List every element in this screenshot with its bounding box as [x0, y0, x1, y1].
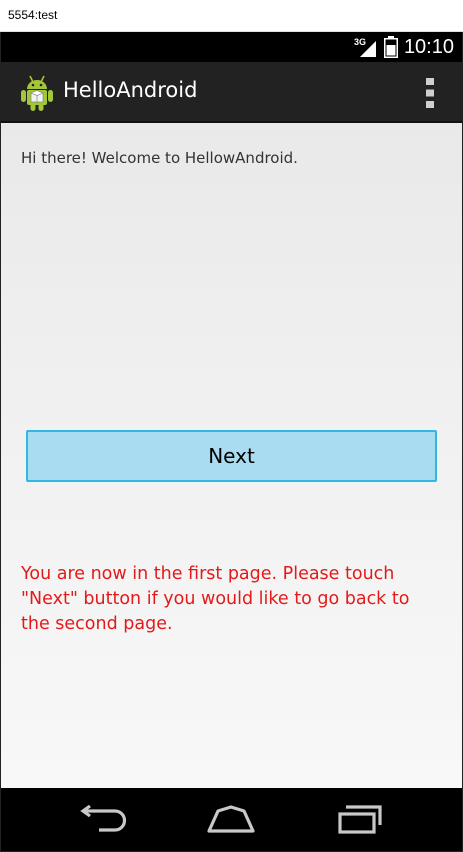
home-icon[interactable] — [206, 805, 256, 835]
status-icons: 3G 10:10 — [354, 35, 454, 59]
network-type-label: 3G — [354, 37, 366, 47]
back-icon[interactable] — [79, 805, 129, 835]
next-button[interactable]: Next — [26, 430, 437, 482]
signal-3g-icon: 3G — [354, 37, 376, 57]
welcome-text: Hi there! Welcome to HellowAndroid. — [21, 149, 298, 167]
recent-apps-icon[interactable] — [335, 805, 385, 835]
main-content: Hi there! Welcome to HellowAndroid. Next… — [1, 123, 462, 788]
android-robot-icon[interactable] — [20, 74, 54, 112]
status-bar: 3G 10:10 — [1, 32, 462, 62]
window-titlebar: 5554:test — [0, 0, 463, 32]
app-title: HelloAndroid — [63, 78, 198, 102]
info-text: You are now in the first page. Please to… — [21, 564, 410, 634]
navigation-bar — [1, 788, 462, 851]
status-clock: 10:10 — [403, 35, 454, 58]
emulator-screen: 3G 10:10 HelloAndroid Hi there! Welcome … — [0, 32, 463, 852]
battery-icon — [383, 36, 398, 58]
overflow-menu-icon[interactable] — [424, 77, 436, 109]
action-bar: HelloAndroid — [1, 62, 462, 123]
window-title: 5554:test — [8, 8, 58, 22]
